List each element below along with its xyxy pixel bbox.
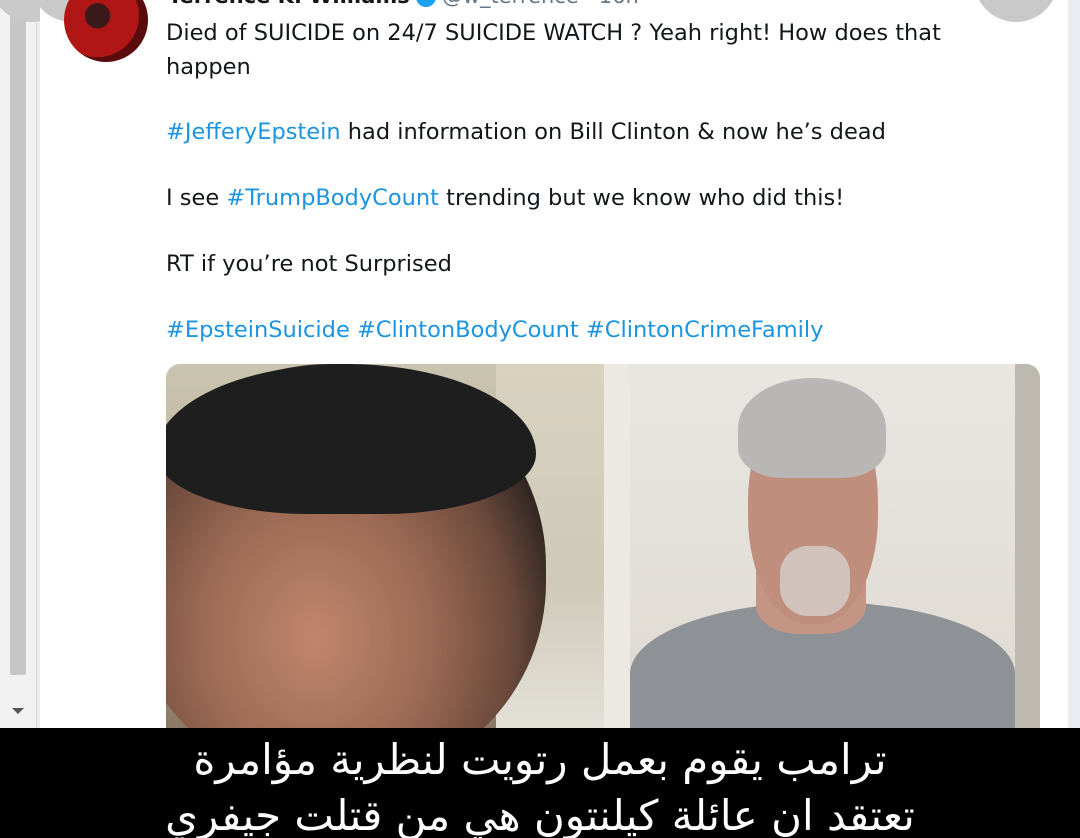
paragraph-text: I see bbox=[166, 185, 227, 211]
tweet-line-2: happen bbox=[166, 54, 251, 80]
photo-left[interactable] bbox=[166, 364, 604, 728]
author-name[interactable]: Terrence K. Williams bbox=[168, 0, 410, 8]
hashtag-list: #EpsteinSuicide #ClintonBodyCount #Clint… bbox=[166, 315, 823, 345]
verified-badge-icon bbox=[415, 0, 436, 7]
paragraph-text: had information on Bill Clinton & now he… bbox=[340, 119, 886, 145]
hashtag-link[interactable]: #EpsteinSuicide bbox=[166, 317, 350, 343]
tweet-header: Terrence K. Williams @w_terrence · 16h bbox=[168, 0, 639, 8]
caption-line-2: تعتقد ان عائلة كيلنتون هي من قتلت جيفري bbox=[165, 791, 915, 838]
hashtag-link[interactable]: #TrumpBodyCount bbox=[226, 185, 439, 211]
caption-bar: ترامب يقوم بعمل رتويت لنظرية مؤامرة تعتق… bbox=[0, 728, 1080, 838]
tweet-paragraph-2: #JefferyEpstein had information on Bill … bbox=[166, 117, 886, 147]
caption-line-1: ترامب يقوم بعمل رتويت لنظرية مؤامرة bbox=[193, 735, 887, 784]
tweet-media[interactable] bbox=[166, 364, 1040, 728]
photo-divider bbox=[604, 364, 630, 728]
tweet-time[interactable]: · 16h bbox=[585, 0, 638, 8]
tweet-paragraph-4: RT if you’re not Surprised bbox=[166, 251, 452, 277]
hashtag-link[interactable]: #JefferyEpstein bbox=[166, 119, 341, 145]
tweet-line-1: Died of SUICIDE on 24/7 SUICIDE WATCH ? … bbox=[166, 20, 941, 46]
author-handle[interactable]: @w_terrence bbox=[442, 0, 579, 8]
hashtag-link[interactable]: #ClintonCrimeFamily bbox=[586, 317, 824, 343]
hashtag-link[interactable]: #ClintonBodyCount bbox=[357, 317, 579, 343]
paragraph-text: trending but we know who did this! bbox=[438, 185, 845, 211]
photo-right[interactable] bbox=[630, 364, 1040, 728]
tweet-paragraph-3: I see #TrumpBodyCount trending but we kn… bbox=[166, 183, 844, 213]
